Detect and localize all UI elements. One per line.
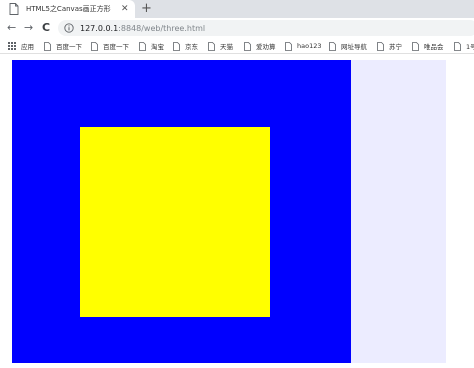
canvas — [12, 60, 446, 363]
page-icon — [285, 41, 292, 51]
page-icon — [44, 41, 51, 51]
page-icon — [91, 41, 98, 51]
bookmark-item[interactable]: 百度一下 — [44, 40, 82, 52]
bookmark-label: 网址导航 — [341, 43, 367, 51]
url-host: 127.0.0.1 — [80, 23, 119, 33]
yellow-square — [80, 127, 270, 317]
page-content — [0, 55, 474, 368]
bookmark-label: 1号 — [466, 43, 474, 51]
reload-button[interactable]: C — [42, 21, 50, 35]
bookmark-label: 京东 — [185, 43, 198, 51]
bookmark-item[interactable]: 爱劝算 — [244, 40, 276, 52]
page-icon — [412, 41, 419, 51]
new-tab-button[interactable]: + — [141, 2, 152, 16]
page-icon — [244, 41, 251, 51]
bookmark-item[interactable]: hao123 — [285, 40, 322, 52]
bookmark-label: 唯品会 — [424, 43, 444, 51]
url-path: :8848/web/three.html — [118, 23, 206, 33]
back-button[interactable]: ← — [7, 21, 16, 35]
bookmark-apps[interactable]: 应用 — [8, 40, 34, 52]
url-text: 127.0.0.1:8848/web/three.html — [80, 24, 205, 33]
page-icon — [139, 41, 146, 51]
info-icon[interactable] — [64, 23, 74, 33]
page-icon — [9, 3, 19, 15]
page-icon — [329, 41, 336, 51]
bookmark-label: hao123 — [297, 42, 322, 50]
bookmark-label: 百度一下 — [103, 43, 129, 51]
bookmark-item[interactable]: 1号 — [454, 40, 474, 52]
bookmark-item[interactable]: 百度一下 — [91, 40, 129, 52]
page-icon — [377, 41, 384, 51]
bookmark-label: 淘宝 — [151, 43, 164, 51]
page-icon — [208, 41, 215, 51]
bookmark-label: 苏宁 — [389, 43, 402, 51]
address-bar[interactable]: 127.0.0.1:8848/web/three.html — [58, 20, 474, 36]
tab-strip: HTML5之Canvas画正方形 ✕ + — [0, 0, 474, 18]
bookmarks-bar: 应用 百度一下 百度一下 淘宝 京东 天猫 爱劝算 hao123 网址导航 苏宁… — [0, 38, 474, 54]
bookmark-item[interactable]: 淘宝 — [139, 40, 164, 52]
page-icon — [173, 41, 180, 51]
bookmark-item[interactable]: 京东 — [173, 40, 198, 52]
bookmark-label: 天猫 — [220, 43, 233, 51]
bookmark-label: 爱劝算 — [256, 43, 276, 51]
bookmark-item[interactable]: 天猫 — [208, 40, 233, 52]
tab-title: HTML5之Canvas画正方形 — [26, 5, 111, 13]
apps-icon — [8, 42, 16, 50]
bookmark-label: 应用 — [21, 43, 34, 51]
close-tab-icon[interactable]: ✕ — [121, 4, 129, 14]
bookmark-label: 百度一下 — [56, 43, 82, 51]
bookmark-item[interactable]: 苏宁 — [377, 40, 402, 52]
toolbar: ← → C 127.0.0.1:8848/web/three.html — [0, 18, 474, 38]
bookmark-item[interactable]: 唯品会 — [412, 40, 444, 52]
browser-tab[interactable]: HTML5之Canvas画正方形 ✕ — [0, 0, 135, 18]
page-icon — [454, 41, 461, 51]
bookmark-item[interactable]: 网址导航 — [329, 40, 367, 52]
forward-button[interactable]: → — [24, 21, 33, 35]
